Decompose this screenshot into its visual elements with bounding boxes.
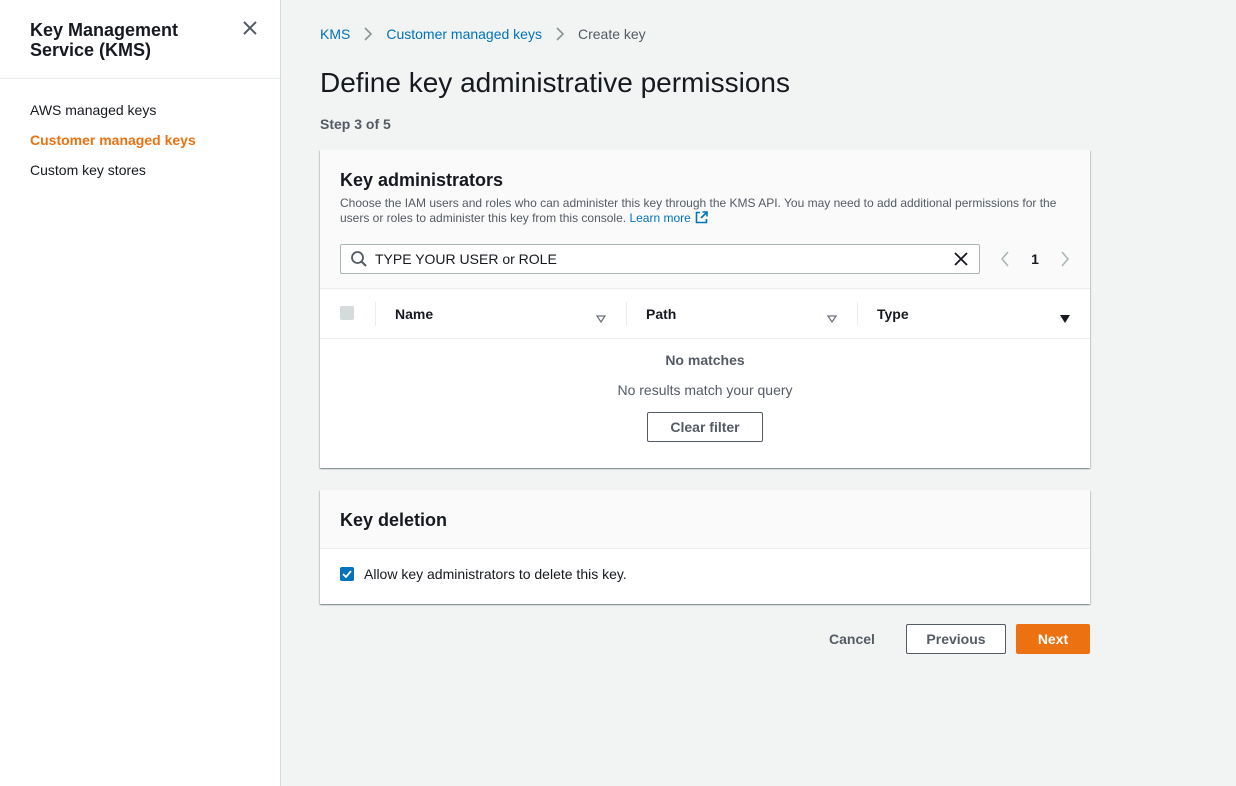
breadcrumb: KMS Customer managed keys Create key	[320, 25, 646, 43]
sidebar-item-customer-managed-keys[interactable]: Customer managed keys	[0, 125, 280, 155]
key-deletion-panel: Key deletion Allow key administrators to…	[320, 490, 1090, 604]
current-page-number[interactable]: 1	[1031, 251, 1039, 267]
cancel-button[interactable]: Cancel	[820, 624, 884, 654]
chevron-right-icon	[542, 25, 578, 43]
sort-triangle-icon	[826, 310, 838, 323]
sidebar-title: Key Management Service (KMS)	[30, 20, 179, 60]
close-icon[interactable]	[240, 18, 260, 38]
clear-search-icon[interactable]	[953, 251, 969, 267]
breadcrumb-create-key: Create key	[577, 26, 646, 42]
clear-filter-button[interactable]: Clear filter	[647, 412, 763, 442]
key-deletion-header: Key deletion	[320, 490, 1090, 549]
sort-triangle-icon	[595, 310, 607, 323]
wizard-actions: Cancel Previous Next	[320, 624, 1090, 654]
next-page-icon[interactable]	[1060, 251, 1070, 267]
column-label-path: Path	[646, 305, 677, 322]
column-label-type: Type	[877, 305, 909, 322]
empty-message: No results match your query	[617, 382, 793, 398]
next-button[interactable]: Next	[1016, 624, 1090, 654]
pagination: 1	[1000, 250, 1070, 268]
column-header-name[interactable]: Name	[375, 289, 626, 339]
key-deletion-body: Allow key administrators to delete this …	[320, 549, 1090, 599]
step-indicator: Step 3 of 5	[320, 116, 391, 132]
search-icon	[350, 250, 368, 268]
external-link-icon	[695, 211, 708, 228]
previous-page-icon[interactable]	[1000, 251, 1010, 267]
key-administrators-heading: Key administrators	[340, 170, 504, 190]
previous-button[interactable]: Previous	[906, 624, 1006, 654]
allow-deletion-checkbox[interactable]	[340, 567, 354, 581]
sidebar-item-aws-managed-keys[interactable]: AWS managed keys	[0, 95, 280, 125]
breadcrumb-customer-managed-keys[interactable]: Customer managed keys	[386, 26, 542, 42]
sidebar-header: Key Management Service (KMS)	[0, 0, 280, 79]
key-administrators-header: Key administrators Choose the IAM users …	[320, 150, 1090, 289]
empty-title: No matches	[665, 352, 745, 368]
learn-more-link[interactable]: Learn more	[629, 211, 708, 228]
select-all-cell	[320, 289, 375, 339]
page-title: Define key administrative permissions	[320, 67, 790, 98]
sidebar: Key Management Service (KMS) AWS managed…	[0, 0, 281, 786]
sidebar-item-custom-key-stores[interactable]: Custom key stores	[0, 155, 280, 185]
search-box	[340, 244, 980, 274]
learn-more-label: Learn more	[629, 211, 691, 225]
sort-descending-icon	[1060, 310, 1070, 323]
chevron-right-icon	[350, 25, 386, 43]
search-input[interactable]	[375, 251, 953, 267]
table-header: Name Path Type	[320, 289, 1090, 339]
breadcrumb-kms[interactable]: KMS	[320, 26, 350, 42]
column-header-path[interactable]: Path	[626, 289, 857, 339]
key-deletion-heading: Key deletion	[340, 510, 448, 530]
column-header-type[interactable]: Type	[857, 289, 1090, 339]
select-all-checkbox[interactable]	[340, 305, 354, 320]
sidebar-nav: AWS managed keys Customer managed keys C…	[0, 79, 280, 185]
empty-state: No matches No results match your query C…	[320, 339, 1090, 442]
allow-deletion-label[interactable]: Allow key administrators to delete this …	[364, 566, 627, 582]
key-administrators-panel: Key administrators Choose the IAM users …	[320, 150, 1090, 468]
checkmark-icon	[342, 570, 352, 578]
column-label-name: Name	[395, 305, 434, 322]
key-administrators-description: Choose the IAM users and roles who can a…	[340, 196, 1070, 228]
